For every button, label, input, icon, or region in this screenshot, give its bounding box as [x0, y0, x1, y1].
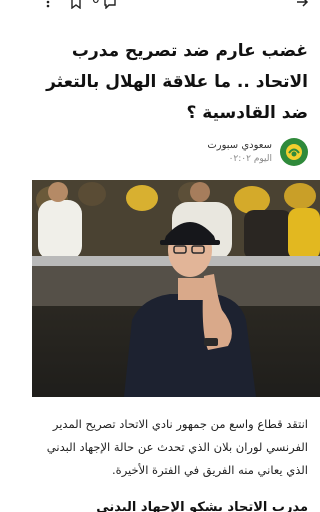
article-subheading: مدرب الاتحاد يشكو الإجهاد البدني [96, 500, 308, 512]
back-arrow-icon[interactable] [294, 0, 310, 10]
source-name: سعودي سبورت [207, 140, 272, 151]
comment-count: 0 [92, 0, 100, 6]
top-toolbar: 0 [32, 0, 320, 16]
bookmark-icon[interactable] [68, 0, 84, 10]
source-time: اليوم ٠٢:٠٢ [228, 154, 272, 164]
article-photo [32, 180, 320, 397]
source-logo [280, 138, 308, 166]
article-body: انتقد قطاع واسع من جمهور نادي الاتحاد تص… [46, 417, 308, 477]
comment-icon[interactable] [102, 0, 118, 10]
more-icon[interactable] [40, 0, 56, 10]
article-source[interactable]: سعودي سبورت اليوم ٠٢:٠٢ [207, 138, 308, 166]
article-headline: غضب عارم ضد تصريح مدرب الاتحاد .. ما علا… [46, 41, 308, 123]
